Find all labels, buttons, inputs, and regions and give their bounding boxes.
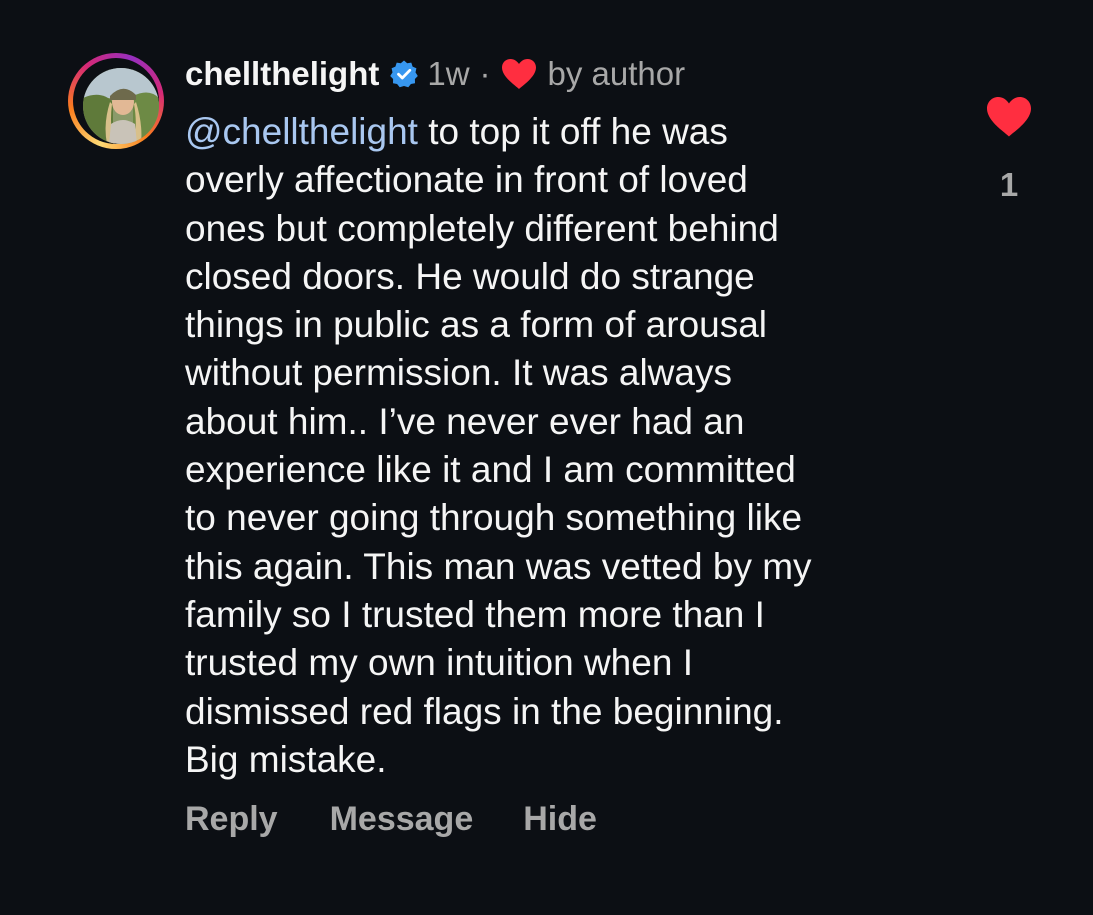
verified-badge-icon bbox=[389, 59, 419, 89]
comment-line: family so I trusted them more than I bbox=[185, 593, 765, 635]
comment-line: this again. This man was vetted by my bbox=[185, 545, 812, 587]
avatar-story-ring[interactable] bbox=[68, 53, 164, 149]
comment-line: dismissed red flags in the beginning. bbox=[185, 690, 784, 732]
comment-actions: Reply Message Hide bbox=[185, 800, 597, 839]
comment: chellthelight 1w · by author @chelltheli… bbox=[0, 0, 1093, 915]
comment-text: @chellthelight to top it off he was over… bbox=[185, 108, 945, 784]
message-button[interactable]: Message bbox=[330, 800, 474, 839]
comment-line: to never going through something like bbox=[185, 497, 803, 539]
avatar[interactable] bbox=[83, 68, 159, 144]
hide-button[interactable]: Hide bbox=[523, 800, 597, 839]
comment-line: overly affectionate in front of loved bbox=[185, 159, 748, 201]
comment-line-1: @chellthelight to top it off he was bbox=[185, 111, 728, 152]
comment-line: trusted my own intuition when I bbox=[185, 642, 693, 684]
heart-filled-icon[interactable] bbox=[985, 95, 1033, 139]
comment-line: closed doors. He would do strange bbox=[185, 255, 755, 297]
meta-separator: · bbox=[479, 55, 491, 92]
comment-header: chellthelight 1w · by author bbox=[185, 52, 685, 96]
liked-by-author-label: by author bbox=[547, 55, 686, 92]
mention-link[interactable]: @chellthelight bbox=[185, 111, 418, 152]
reply-button[interactable]: Reply bbox=[185, 800, 278, 839]
comment-line: ones but completely different behind bbox=[185, 207, 779, 249]
heart-icon bbox=[500, 57, 538, 91]
username[interactable]: chellthelight bbox=[185, 55, 379, 93]
like-count: 1 bbox=[999, 166, 1019, 203]
comment-line: experience like it and I am committed bbox=[185, 449, 796, 491]
comment-line: without permission. It was always bbox=[185, 352, 732, 394]
comment-time: 1w bbox=[427, 55, 470, 92]
comment-line: things in public as a form of arousal bbox=[185, 304, 768, 346]
comment-line: about him.. I’ve never ever had an bbox=[185, 400, 745, 442]
comment-line: Big mistake. bbox=[185, 738, 387, 780]
